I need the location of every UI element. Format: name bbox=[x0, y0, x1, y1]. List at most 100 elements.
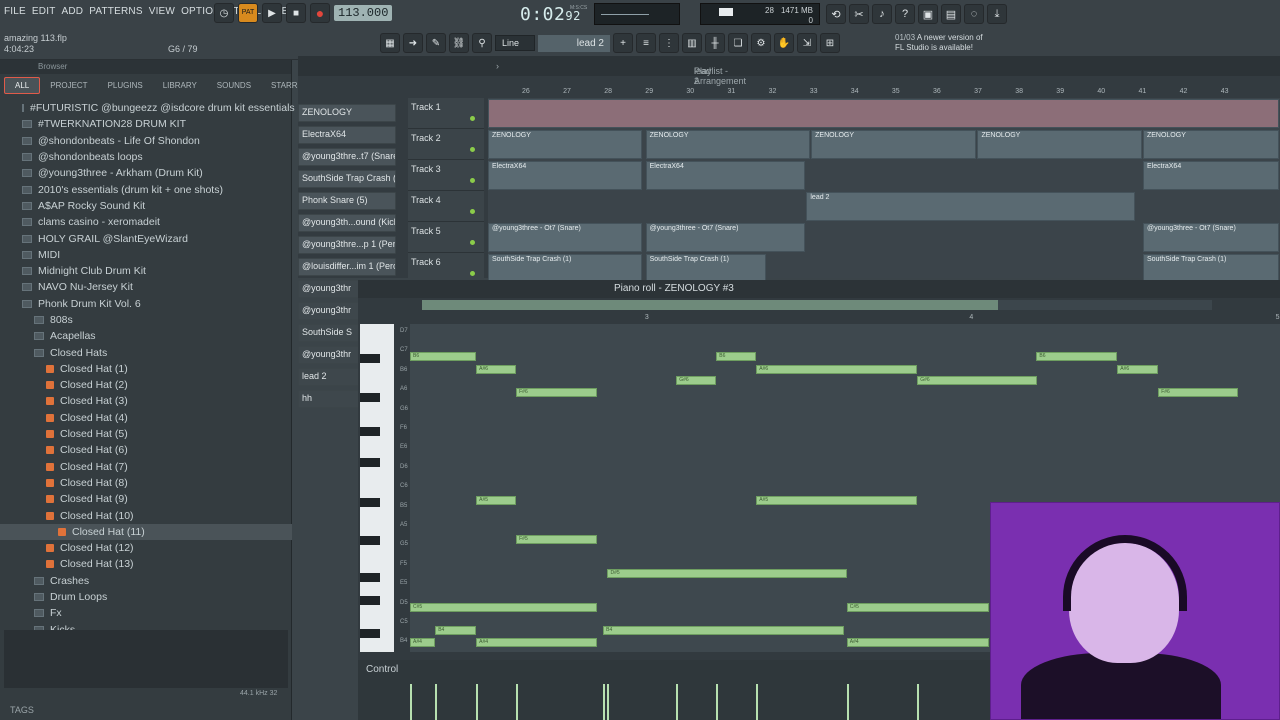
play-tool-icon[interactable]: ➜ bbox=[403, 33, 423, 53]
playlist-clip[interactable]: ZENOLOGY bbox=[811, 130, 977, 159]
arrow-icon[interactable]: ⇲ bbox=[797, 33, 817, 53]
browser-tab-all[interactable]: ALL bbox=[4, 76, 41, 94]
note[interactable]: F#5 bbox=[516, 534, 598, 544]
chat-icon[interactable]: ◌ bbox=[964, 4, 984, 24]
file-item[interactable]: Closed Hat (11) bbox=[0, 523, 292, 541]
browser-icon[interactable]: ❏ bbox=[728, 33, 748, 53]
velocity-bar[interactable] bbox=[756, 684, 759, 720]
scroll-thumb[interactable] bbox=[422, 300, 998, 310]
touch-icon[interactable]: ✋ bbox=[774, 33, 794, 53]
piano-roll-scroll[interactable] bbox=[422, 300, 1212, 310]
black-key[interactable] bbox=[360, 535, 380, 545]
file-item[interactable]: Closed Hat (7) bbox=[0, 459, 292, 475]
folder-item[interactable]: Closed Hats bbox=[0, 344, 292, 360]
playlist-ruler[interactable]: 26 27 28 29 30 31 32 33 34 35 36 37 38 39 40 41 42 43 bbox=[488, 88, 1280, 98]
note[interactable]: A#5 bbox=[756, 496, 918, 506]
velocity-bar[interactable] bbox=[716, 684, 719, 720]
metronome-icon[interactable]: ◷ bbox=[214, 3, 234, 23]
note[interactable]: B4 bbox=[603, 626, 845, 636]
note[interactable]: A#6 bbox=[1117, 364, 1159, 374]
track-header[interactable]: Track 3 bbox=[408, 160, 484, 191]
file-item[interactable]: Closed Hat (10) bbox=[0, 507, 292, 523]
track-header[interactable]: Track 1 bbox=[408, 98, 484, 129]
undo-icon[interactable]: ⟲ bbox=[826, 4, 846, 24]
channel-button[interactable]: @young3th...ound (Kick) bbox=[298, 214, 396, 232]
folder-item[interactable]: @shondonbeats loops bbox=[0, 149, 292, 165]
piano-roll-icon[interactable]: ▥ bbox=[682, 33, 702, 53]
menu-add[interactable]: ADD bbox=[62, 6, 84, 17]
folder-item[interactable]: #FUTURISTIC @bungeezz @isdcore drum kit … bbox=[0, 100, 295, 116]
black-key[interactable] bbox=[360, 629, 380, 639]
channel-button[interactable]: ZENOLOGY bbox=[298, 104, 396, 122]
black-key[interactable] bbox=[360, 497, 380, 507]
file-item[interactable]: Closed Hat (6) bbox=[0, 442, 292, 458]
note[interactable]: C#5 bbox=[410, 603, 598, 613]
menu-patterns[interactable]: PATTERNS bbox=[89, 6, 142, 17]
track-header[interactable]: Track 5 bbox=[408, 222, 484, 253]
velocity-bar[interactable] bbox=[435, 684, 438, 720]
track-enable-icon[interactable] bbox=[470, 209, 475, 214]
velocity-bar[interactable] bbox=[676, 684, 679, 720]
black-key[interactable] bbox=[360, 427, 380, 437]
track-header[interactable]: Track 4 bbox=[408, 191, 484, 222]
file-item[interactable]: Closed Hat (12) bbox=[0, 540, 292, 556]
black-key[interactable] bbox=[360, 573, 380, 583]
note[interactable]: A#6 bbox=[476, 364, 517, 374]
folder-item[interactable]: clams casino - xeromadeit bbox=[0, 214, 292, 230]
playlist-clip[interactable]: SouthSide Trap Crash (1) bbox=[645, 254, 766, 283]
folder-item[interactable]: Phonk Drum Kit Vol. 6 bbox=[0, 296, 292, 312]
file-item[interactable]: Closed Hat (13) bbox=[0, 556, 292, 572]
channel-button[interactable]: @young3thre...p 1 (Perc) bbox=[298, 236, 396, 254]
cut-icon[interactable]: ✂ bbox=[849, 4, 869, 24]
file-item[interactable]: Closed Hat (5) bbox=[0, 426, 292, 442]
channel-rack-icon[interactable]: ⋮ bbox=[659, 33, 679, 53]
velocity-bar[interactable] bbox=[607, 684, 610, 720]
browser-tab-project[interactable]: PROJECT bbox=[40, 78, 97, 93]
note[interactable]: C#5 bbox=[846, 603, 989, 613]
note[interactable]: A#5 bbox=[476, 496, 517, 506]
help-icon[interactable]: ? bbox=[895, 4, 915, 24]
add-pattern-icon[interactable]: + bbox=[613, 33, 633, 53]
note[interactable]: A#4 bbox=[410, 637, 436, 647]
save-icon[interactable]: ▣ bbox=[918, 4, 938, 24]
store-icon[interactable]: ⊞ bbox=[820, 33, 840, 53]
file-item[interactable]: Closed Hat (9) bbox=[0, 491, 292, 507]
file-item[interactable]: Closed Hat (8) bbox=[0, 475, 292, 491]
playlist-clip[interactable]: lead 2 bbox=[806, 192, 1135, 221]
playlist-clip[interactable]: SouthSide Trap Crash (1) bbox=[1142, 254, 1279, 283]
folder-item[interactable]: Crashes bbox=[0, 573, 292, 589]
velocity-bar[interactable] bbox=[603, 684, 606, 720]
menu-file[interactable]: FILE bbox=[4, 6, 26, 17]
note[interactable]: B6 bbox=[716, 352, 757, 362]
playlist-clip[interactable] bbox=[488, 99, 1279, 128]
file-item[interactable]: Closed Hat (3) bbox=[0, 393, 292, 409]
snap-icon[interactable]: ▦ bbox=[380, 33, 400, 53]
track-enable-icon[interactable] bbox=[470, 116, 475, 121]
track-enable-icon[interactable] bbox=[470, 271, 475, 276]
folder-item[interactable]: Acapellas bbox=[0, 328, 292, 344]
playlist-clip[interactable]: @young3three - Ot7 (Snare) bbox=[1142, 223, 1279, 252]
tempo-display[interactable]: 113.000 bbox=[334, 5, 393, 21]
track-enable-icon[interactable] bbox=[470, 240, 475, 245]
playlist-clip[interactable]: @young3three - Ot7 (Snare) bbox=[645, 223, 806, 252]
playlist-clip[interactable]: @young3three - Ot7 (Snare) bbox=[488, 223, 643, 252]
black-key[interactable] bbox=[360, 353, 380, 363]
playlist-clip[interactable]: ZENOLOGY bbox=[1142, 130, 1279, 159]
track-header[interactable]: Track 2 bbox=[408, 129, 484, 160]
channel-button[interactable]: Phonk Snare (5) bbox=[298, 192, 396, 210]
link-icon[interactable]: ⛓ bbox=[449, 33, 469, 53]
folder-item[interactable]: @shondonbeats - Life Of Shondon bbox=[0, 133, 292, 149]
note[interactable]: F#6 bbox=[516, 387, 598, 397]
file-item[interactable]: Closed Hat (2) bbox=[0, 377, 292, 393]
velocity-bar[interactable] bbox=[476, 684, 479, 720]
folder-item[interactable]: A$AP Rocky Sound Kit bbox=[0, 198, 292, 214]
channel-button[interactable]: @louisdiffer...im 1 (Perc) bbox=[298, 258, 396, 276]
note[interactable]: A#4 bbox=[476, 637, 598, 647]
mic-icon[interactable]: ♪ bbox=[872, 4, 892, 24]
pattern-select[interactable]: lead 2 bbox=[538, 34, 610, 52]
browser-tab-library[interactable]: LIBRARY bbox=[153, 78, 207, 93]
plugin-icon[interactable]: ▤ bbox=[941, 4, 961, 24]
stop-button[interactable]: ■ bbox=[286, 3, 306, 23]
note[interactable]: G#6 bbox=[676, 376, 717, 386]
note[interactable]: F#6 bbox=[1158, 387, 1239, 397]
